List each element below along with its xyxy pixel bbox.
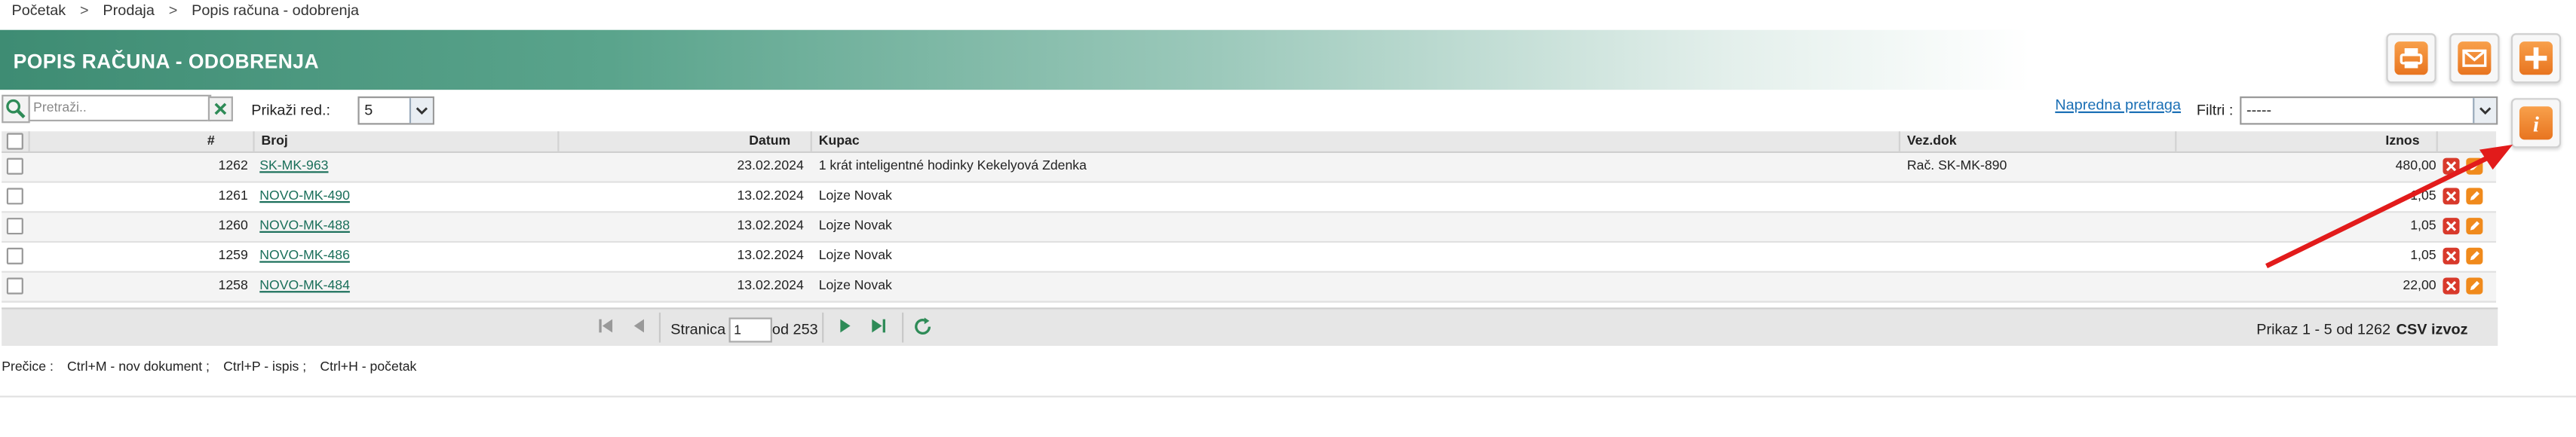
search-icon[interactable] [2, 94, 30, 124]
prev-page-icon[interactable] [629, 316, 649, 339]
chevron-down-icon [409, 98, 433, 124]
records-summary: Prikaz 1 - 5 od 1262 [2256, 320, 2391, 338]
breadcrumb-current: Popis računa - odobrenja [192, 2, 360, 19]
row-number: 1262 [218, 157, 248, 173]
filter-label: Filtri : [2196, 101, 2234, 118]
row-date: 13.02.2024 [737, 247, 804, 263]
shortcut-new-document: Ctrl+M - nov dokument ; [67, 359, 210, 374]
row-customer: Lojze Novak [818, 247, 892, 263]
row-date: 23.02.2024 [737, 157, 804, 173]
shortcuts-label: Prečice : [2, 359, 54, 374]
table-body: 1262 SK-MK-963 23.02.2024 1 krát inteligent… [2, 153, 2497, 303]
row-number: 1259 [218, 247, 248, 263]
clear-search-button[interactable] [207, 96, 233, 122]
pager: Stranica 1 od 253 Prikaz 1 - 5 od 1262 C… [2, 307, 2498, 346]
document-number-link[interactable]: NOVO-MK-490 [259, 188, 350, 203]
column-header-vezdok[interactable]: Vez.dok [1907, 133, 1957, 148]
row-date: 13.02.2024 [737, 188, 804, 203]
breadcrumb-separator: > [80, 2, 89, 19]
breadcrumb-home[interactable]: Početak [11, 2, 66, 18]
row-customer: Lojze Novak [818, 277, 892, 293]
print-button[interactable] [2386, 33, 2436, 84]
row-checkbox[interactable] [6, 157, 23, 175]
printer-icon [2394, 41, 2428, 75]
advanced-search-link[interactable]: Napredna pretraga [2055, 96, 2181, 113]
row-linked-document: Rač. SK-MK-890 [1906, 157, 2007, 173]
breadcrumb-separator: > [168, 2, 178, 19]
row-customer: Lojze Novak [818, 218, 892, 233]
rows-per-page-select[interactable]: 5 [357, 96, 434, 125]
annotation-arrow [2265, 144, 2513, 269]
row-number: 1258 [218, 277, 248, 293]
close-icon [214, 102, 227, 115]
last-page-icon[interactable] [869, 316, 888, 339]
row-date: 13.02.2024 [737, 277, 804, 293]
document-number-link[interactable]: NOVO-MK-484 [259, 278, 350, 293]
row-number: 1261 [218, 188, 248, 203]
row-number: 1260 [218, 218, 248, 233]
row-checkbox[interactable] [6, 218, 23, 235]
page-number-input[interactable]: 1 [728, 317, 772, 343]
table-row[interactable]: 1258 NOVO-MK-484 13.02.2024 Lojze Novak 22,0… [2, 272, 2497, 303]
table-row[interactable]: 1259 NOVO-MK-486 13.02.2024 Lojze Novak 1,05 [2, 243, 2497, 273]
column-header-broj[interactable]: Broj [261, 133, 287, 148]
rows-per-page-value: 5 [364, 101, 373, 118]
rows-per-page-label: Prikaži red.: [251, 101, 331, 118]
divider [0, 396, 2576, 398]
first-page-icon[interactable] [596, 316, 615, 339]
page-label: Stranica [670, 320, 726, 338]
svg-text:i: i [2533, 112, 2539, 136]
search-input[interactable]: Pretraži.. [28, 94, 212, 122]
column-header-datum[interactable]: Datum [701, 133, 790, 148]
breadcrumb: Početak > Prodaja > Popis računa - odobr… [11, 2, 359, 18]
select-all-checkbox[interactable] [6, 133, 23, 150]
page-title: POPIS RAČUNA - ODOBRENJA [13, 50, 320, 74]
next-page-icon[interactable] [836, 316, 855, 339]
csv-export-button[interactable]: CSV izvoz [2397, 321, 2468, 338]
email-button[interactable] [2449, 33, 2500, 84]
table-row[interactable]: 1260 NOVO-MK-488 13.02.2024 Lojze Novak 1,05 [2, 212, 2497, 243]
row-customer: Lojze Novak [818, 188, 892, 203]
row-customer: 1 krát inteligentné hodinky Kekelyová Zd… [818, 157, 1087, 173]
document-number-link[interactable]: SK-MK-963 [259, 158, 328, 173]
refresh-icon[interactable] [912, 316, 934, 341]
table-header: # Broj Datum Kupac Vez.dok Iznos [2, 131, 2497, 154]
filter-select[interactable]: ----- [2240, 96, 2498, 125]
document-number-link[interactable]: NOVO-MK-486 [259, 248, 350, 263]
plus-icon [2519, 41, 2553, 75]
chevron-down-icon [2473, 98, 2497, 124]
shortcuts: Prečice : Ctrl+M - nov dokument ; Ctrl+P… [2, 359, 426, 374]
table-row[interactable]: 1261 NOVO-MK-490 13.02.2024 Lojze Novak 1,05 [2, 182, 2497, 213]
row-date: 13.02.2024 [737, 218, 804, 233]
filter-value: ----- [2246, 101, 2272, 118]
row-checkbox[interactable] [6, 277, 23, 295]
document-number-link[interactable]: NOVO-MK-488 [259, 218, 350, 233]
invoice-table: # Broj Datum Kupac Vez.dok Iznos 1262 SK-… [2, 131, 2497, 303]
column-header-kupac[interactable]: Kupac [819, 133, 860, 148]
row-checkbox[interactable] [6, 247, 23, 264]
table-row[interactable]: 1262 SK-MK-963 23.02.2024 1 krát inteligent… [2, 153, 2497, 183]
column-header-number[interactable]: # [168, 133, 215, 148]
row-checkbox[interactable] [6, 188, 23, 205]
shortcut-print: Ctrl+P - ispis ; [223, 359, 307, 374]
breadcrumb-sales[interactable]: Prodaja [103, 2, 154, 18]
envelope-icon [2458, 41, 2492, 75]
page-count: od 253 [771, 320, 818, 338]
add-button[interactable] [2510, 33, 2562, 84]
shortcut-home: Ctrl+H - početak [320, 359, 417, 374]
